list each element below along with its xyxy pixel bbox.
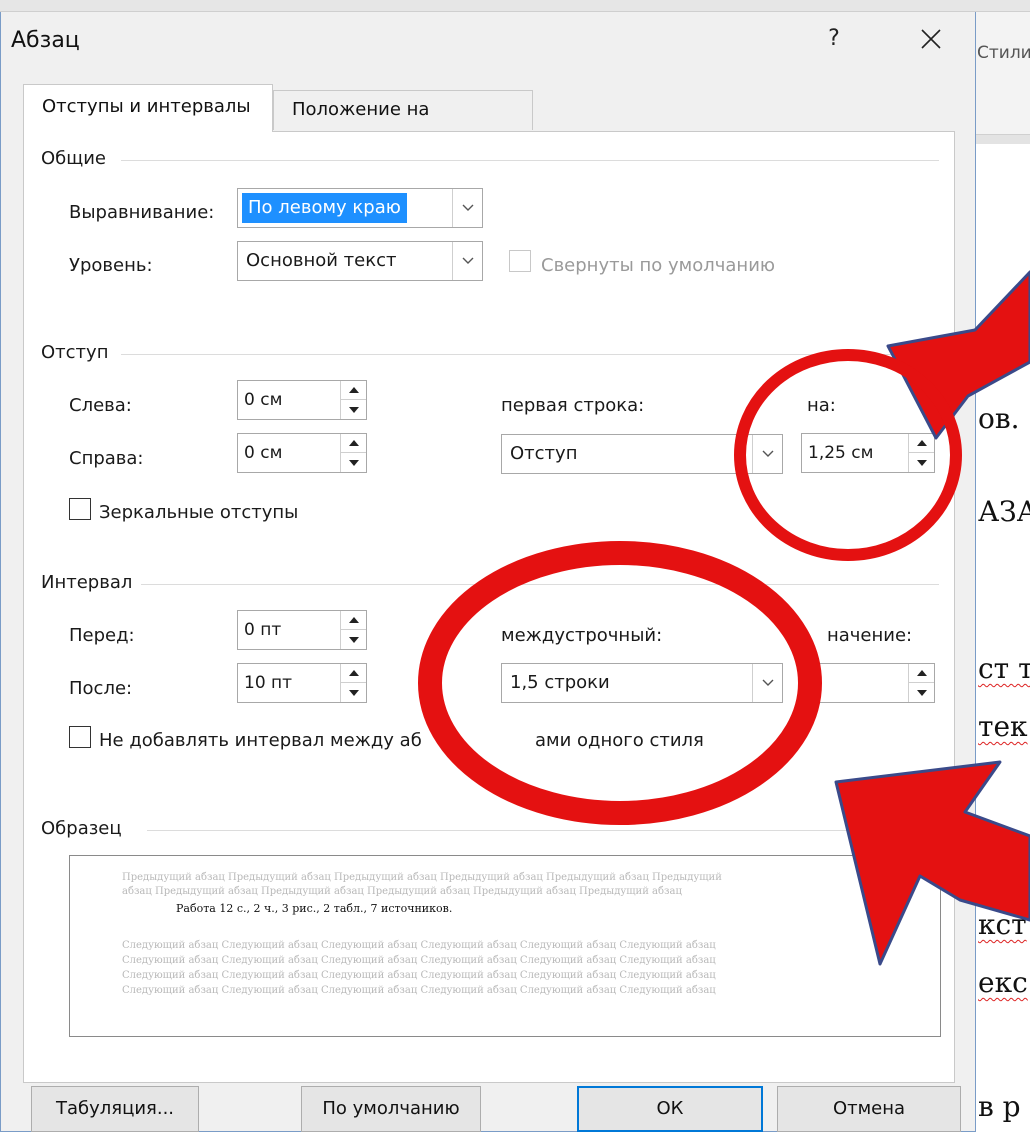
level-combo[interactable]: Основной текст (237, 241, 483, 281)
doc-text-line: в р (978, 1090, 1021, 1123)
spin-down-icon[interactable] (909, 453, 934, 472)
spin-down-icon[interactable] (341, 683, 366, 702)
preview-next-line: Следующий абзац Следующий абзац Следующи… (122, 955, 716, 966)
styles-label[interactable]: Стили (977, 43, 1030, 63)
doc-text-line: тек (978, 710, 1028, 743)
spacing-before-spinner[interactable]: 0 пт (237, 610, 367, 650)
indent-left-label: Слева: (69, 395, 132, 416)
mirror-indents-checkbox[interactable] (69, 498, 91, 520)
set-default-button[interactable]: По умолчанию (301, 1086, 481, 1132)
close-icon (920, 19, 942, 59)
alignment-label: Выравнивание: (69, 202, 215, 223)
spacing-before-label: Перед: (69, 625, 135, 646)
preview-next-line: Следующий абзац Следующий абзац Следующи… (122, 985, 716, 996)
group-title-preview: Образец (41, 818, 130, 839)
ribbon-top-bar (0, 0, 1030, 12)
alignment-value: По левому краю (242, 193, 407, 223)
ribbon-styles-area (976, 12, 1030, 134)
ruler-strip (976, 134, 1030, 144)
group-divider (121, 354, 939, 355)
no-space-same-style-checkbox[interactable] (69, 726, 91, 748)
no-space-same-style-label-tail: ами одного стиля (535, 730, 704, 751)
doc-text-line: АЗА (978, 495, 1030, 528)
spin-down-icon[interactable] (341, 630, 366, 649)
spacing-after-value: 10 пт (244, 673, 293, 693)
spin-up-icon[interactable] (341, 611, 366, 630)
cancel-button[interactable]: Отмена (777, 1086, 961, 1132)
indent-by-value: 1,25 см (808, 443, 874, 463)
group-divider (121, 160, 939, 161)
doc-text-line: екс (978, 966, 1028, 999)
level-value: Основной текст (246, 250, 397, 271)
indent-left-value: 0 см (244, 390, 283, 410)
line-spacing-combo[interactable]: 1,5 строки (501, 663, 783, 703)
spin-up-icon[interactable] (341, 664, 366, 683)
first-line-label: первая строка: (501, 395, 645, 416)
line-spacing-label: междустрочный: (501, 625, 663, 646)
group-title-general: Общие (41, 148, 114, 169)
spin-down-icon[interactable] (341, 400, 366, 419)
spin-up-icon[interactable] (341, 381, 366, 400)
indent-left-spinner[interactable]: 0 см (237, 380, 367, 420)
indent-right-value: 0 см (244, 443, 283, 463)
level-label: Уровень: (69, 255, 153, 276)
doc-text-line: ст т (978, 652, 1030, 685)
tabs-button[interactable]: Табуляция... (31, 1086, 199, 1132)
paragraph-dialog: Абзац ? Отступы и интервалы Положение на… (0, 12, 976, 1132)
no-space-same-style-label: Не добавлять интервал между аб (99, 730, 422, 751)
group-divider (147, 830, 939, 831)
line-spacing-value: 1,5 строки (510, 672, 610, 693)
doc-text-line: кст (978, 908, 1027, 941)
spacing-after-label: После: (69, 678, 133, 699)
spacing-after-spinner[interactable]: 10 пт (237, 663, 367, 703)
first-line-value: Отступ (510, 443, 578, 464)
preview-next-line: Следующий абзац Следующий абзац Следующи… (122, 970, 716, 981)
tab-line-page-breaks[interactable]: Положение на странице (273, 90, 533, 158)
preview-box: Предыдущий абзац Предыдущий абзац Предыд… (69, 855, 941, 1037)
help-button[interactable]: ? (819, 22, 849, 56)
spacing-value-spinner[interactable] (801, 663, 935, 703)
spin-up-icon[interactable] (341, 434, 366, 453)
group-title-indent: Отступ (41, 342, 117, 363)
group-title-spacing: Интервал (41, 572, 141, 593)
spin-up-icon[interactable] (909, 434, 934, 453)
preview-current-paragraph: Работа 12 с., 2 ч., 3 рис., 2 табл., 7 и… (176, 902, 453, 915)
alignment-combo[interactable]: По левому краю (237, 188, 483, 228)
close-button[interactable] (911, 22, 951, 58)
spin-down-icon[interactable] (341, 453, 366, 472)
preview-next-line: Следующий абзац Следующий абзац Следующи… (122, 940, 716, 951)
spin-down-icon[interactable] (909, 683, 934, 702)
preview-previous-line: абзац Предыдущий абзац Предыдущий абзац … (122, 886, 682, 897)
first-line-combo[interactable]: Отступ (501, 434, 783, 474)
doc-text-line: ов. (978, 402, 1020, 435)
spin-up-icon[interactable] (909, 664, 934, 683)
tab-indents-spacing[interactable]: Отступы и интервалы (23, 84, 273, 132)
indent-right-spinner[interactable]: 0 см (237, 433, 367, 473)
spacing-before-value: 0 пт (244, 620, 282, 640)
indent-by-label: на: (807, 395, 836, 416)
preview-previous-line: Предыдущий абзац Предыдущий абзац Предыд… (122, 872, 722, 883)
chevron-down-icon[interactable] (752, 664, 782, 702)
chevron-down-icon[interactable] (752, 435, 782, 473)
collapsed-label: Свернуты по умолчанию (541, 255, 776, 276)
spacing-value-label: начение: (827, 625, 913, 646)
mirror-indents-label: Зеркальные отступы (99, 502, 299, 523)
group-divider (141, 584, 939, 585)
ok-button[interactable]: ОК (577, 1086, 763, 1132)
chevron-down-icon[interactable] (452, 189, 482, 227)
indent-by-spinner[interactable]: 1,25 см (801, 433, 935, 473)
indent-right-label: Справа: (69, 448, 144, 469)
chevron-down-icon[interactable] (452, 242, 482, 280)
collapsed-checkbox[interactable] (509, 250, 531, 272)
dialog-title: Абзац (11, 28, 80, 53)
